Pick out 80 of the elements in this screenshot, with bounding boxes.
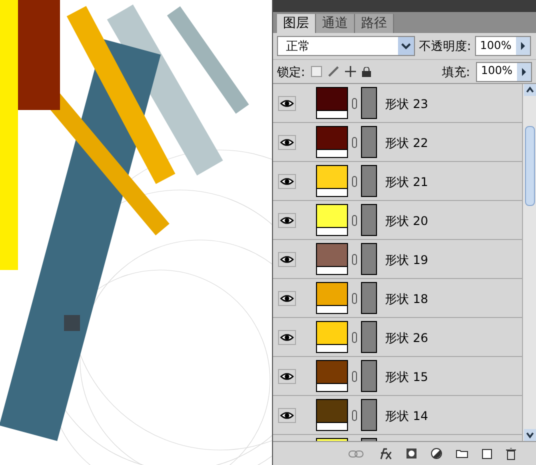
vector-mask-thumbnail [361, 204, 377, 236]
trash-icon[interactable] [506, 448, 516, 460]
visibility-toggle[interactable] [278, 212, 296, 228]
layer-name: 形状 20 [385, 213, 428, 230]
visibility-toggle[interactable] [278, 134, 296, 150]
chain-link-icon [352, 98, 357, 109]
eye-icon[interactable] [280, 98, 294, 108]
visibility-toggle[interactable] [278, 408, 296, 422]
chain-link-icon [352, 254, 357, 265]
adjustment-icon[interactable] [431, 448, 442, 459]
eye-icon[interactable] [280, 176, 294, 186]
vector-mask-thumbnail [361, 243, 377, 275]
eye-icon[interactable] [280, 332, 294, 342]
visibility-toggle[interactable] [278, 330, 296, 344]
layer-row[interactable]: 形状 14 [273, 396, 522, 435]
chain-link-icon [352, 176, 357, 187]
visibility-toggle[interactable] [278, 174, 296, 188]
layer-name: 形状 23 [385, 96, 428, 113]
arrow-right-icon [517, 62, 531, 80]
opacity-label: 不透明度: [419, 38, 472, 55]
blend-mode-dropdown[interactable]: 正常 [277, 36, 415, 56]
layer-name: 形状 18 [385, 291, 428, 308]
scroll-down-icon[interactable] [524, 429, 536, 441]
vector-mask-thumbnail [361, 360, 377, 392]
layer-row[interactable]: 形状 26 [273, 318, 522, 357]
lock-label: 锁定: [277, 64, 306, 80]
visibility-toggle[interactable] [278, 368, 296, 384]
scrollbar[interactable] [522, 84, 536, 441]
layer-row[interactable]: 形状 19 [273, 240, 522, 279]
chevron-down-icon [398, 37, 414, 55]
layer-row[interactable]: 形状 20 [273, 201, 522, 240]
chain-link-icon [352, 371, 357, 382]
eye-icon[interactable] [280, 410, 294, 420]
vector-mask-thumbnail [361, 165, 377, 197]
opacity-field[interactable]: 100% [475, 36, 532, 56]
layer-name: 形状 21 [385, 174, 428, 191]
eye-icon[interactable] [280, 138, 294, 146]
brush-icon[interactable] [328, 66, 340, 77]
chain-link-icon [352, 293, 357, 304]
blend-mode-value: 正常 [286, 38, 310, 55]
lock-icon[interactable] [362, 66, 372, 76]
chain-link-icon [352, 332, 357, 343]
layer-row[interactable]: 形状 22 [273, 123, 522, 162]
visibility-toggle[interactable] [278, 96, 296, 110]
layer-row[interactable]: 形状 15 [273, 357, 522, 396]
panel-tab[interactable]: 通道 [316, 14, 355, 33]
fill-field[interactable]: 100% [476, 62, 532, 82]
visibility-toggle[interactable] [278, 252, 296, 266]
panel-tab[interactable]: 图层 [277, 14, 316, 33]
chain-link-icon [352, 137, 357, 148]
layer-row[interactable]: 形状 18 [273, 279, 522, 318]
folder-icon[interactable] [456, 449, 468, 458]
layer-name: 形状 19 [385, 252, 428, 269]
layer-name: 形状 15 [385, 369, 428, 386]
arrow-right-icon [516, 37, 530, 55]
effects-icon[interactable] [378, 448, 392, 460]
eye-icon[interactable] [280, 216, 294, 224]
vector-mask-thumbnail [361, 87, 377, 119]
eye-icon[interactable] [280, 294, 294, 302]
layer-name: 形状 26 [385, 330, 428, 347]
scroll-up-icon[interactable] [524, 84, 536, 96]
vector-mask-thumbnail [361, 126, 377, 158]
panel-tab[interactable]: 路径 [355, 14, 394, 33]
vector-mask-thumbnail [361, 321, 377, 353]
vector-mask-thumbnail [361, 282, 377, 314]
visibility-toggle[interactable] [278, 290, 296, 306]
chain-link-icon [352, 215, 357, 226]
layer-row[interactable]: 形状 21 [273, 162, 522, 201]
layer-row[interactable]: 形状 23 [273, 84, 522, 123]
layer-name: 形状 22 [385, 135, 428, 152]
eye-icon[interactable] [280, 254, 294, 264]
chain-link-icon [352, 410, 357, 421]
move-icon[interactable] [345, 66, 356, 77]
fill-label: 填充: [442, 64, 470, 80]
layer-name: 形状 14 [385, 408, 428, 425]
vector-mask-thumbnail [361, 399, 377, 431]
new-layer-icon[interactable] [482, 448, 492, 458]
scroll-thumb[interactable] [524, 126, 534, 206]
eye-icon[interactable] [280, 372, 294, 380]
mask-icon[interactable] [406, 448, 417, 459]
